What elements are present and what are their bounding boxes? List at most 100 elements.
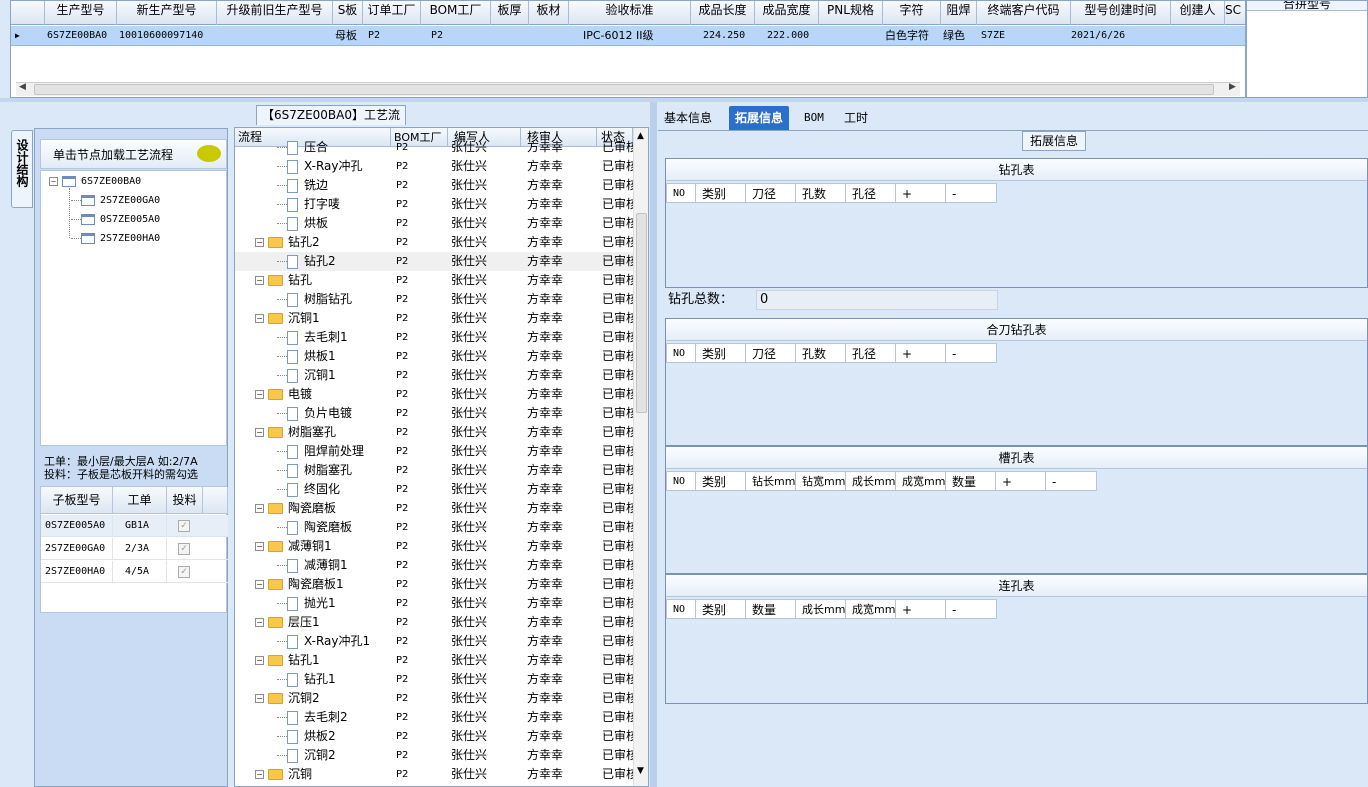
process-status-cell[interactable]: 已审核: [602, 214, 634, 233]
process-group-row[interactable]: − 钻孔1 P2 张仕兴方幸幸已审核: [235, 651, 634, 670]
process-reviewer-cell[interactable]: 方幸幸: [527, 385, 597, 404]
col-header[interactable]: 字符: [883, 1, 941, 25]
process-reviewer-cell[interactable]: 方幸幸: [527, 499, 597, 518]
process-bom-cell[interactable]: P2: [396, 233, 446, 252]
process-name-cell[interactable]: 烘板2: [277, 727, 336, 746]
process-bom-cell[interactable]: P2: [396, 214, 446, 233]
cell-sub-model[interactable]: 2S7ZE00HA0: [41, 561, 113, 583]
remove-row-button[interactable]: -: [946, 343, 997, 363]
process-bom-cell[interactable]: P2: [396, 157, 446, 176]
process-bom-cell[interactable]: P2: [396, 290, 446, 309]
process-name-cell[interactable]: 铣边: [277, 176, 328, 195]
cell-sub-order[interactable]: 4/5A: [113, 561, 167, 583]
collapse-icon[interactable]: −: [255, 276, 264, 285]
col-header[interactable]: BOM工厂: [421, 1, 491, 25]
process-step-row[interactable]: 钻孔2 P2 张仕兴方幸幸已审核: [235, 252, 634, 271]
process-status-cell[interactable]: 已审核: [602, 385, 634, 404]
vertical-splitter[interactable]: [650, 102, 657, 787]
process-step-row[interactable]: 去毛刺1 P2 张仕兴方幸幸已审核: [235, 328, 634, 347]
process-step-row[interactable]: 沉铜1 P2 张仕兴方幸幸已审核: [235, 366, 634, 385]
col-header[interactable]: 板材: [529, 1, 569, 25]
process-name-cell[interactable]: 减薄铜1: [277, 556, 348, 575]
feed-checkbox[interactable]: ✓: [178, 520, 190, 532]
process-bom-cell[interactable]: P2: [396, 556, 446, 575]
process-name-cell[interactable]: − 沉铜1: [255, 309, 320, 328]
process-writer-cell[interactable]: 张仕兴: [451, 670, 521, 689]
process-reviewer-cell[interactable]: 方幸幸: [527, 290, 597, 309]
col-header[interactable]: 新生产型号: [117, 1, 217, 25]
cell-sc[interactable]: [1225, 26, 1245, 46]
process-writer-cell[interactable]: 张仕兴: [451, 271, 521, 290]
process-name-cell[interactable]: 负片电镀: [277, 404, 352, 423]
tab-design-structure[interactable]: 设计结构: [11, 130, 33, 208]
add-row-button[interactable]: +: [996, 471, 1046, 491]
process-bom-cell[interactable]: P2: [396, 708, 446, 727]
cell-order-factory[interactable]: P2: [366, 26, 421, 46]
process-reviewer-cell[interactable]: 方幸幸: [527, 575, 597, 594]
process-name-cell[interactable]: − 钻孔1: [255, 651, 320, 670]
process-bom-cell[interactable]: P2: [396, 423, 446, 442]
structure-tree[interactable]: − 6S7ZE00BA0 2S7ZE00GA0 0S7ZE005A0 2S7ZE0…: [40, 170, 227, 446]
col-header[interactable]: NO: [666, 471, 696, 491]
tab-work-hours[interactable]: 工时: [838, 106, 874, 130]
process-name-cell[interactable]: X-Ray冲孔1: [277, 632, 370, 651]
drill-total-field[interactable]: 0: [756, 290, 998, 310]
col-header[interactable]: 型号创建时间: [1071, 1, 1171, 25]
process-status-cell[interactable]: 已审核: [602, 252, 634, 271]
process-writer-cell[interactable]: 张仕兴: [451, 632, 521, 651]
process-reviewer-cell[interactable]: 方幸幸: [527, 537, 597, 556]
collapse-icon[interactable]: −: [255, 314, 264, 323]
process-reviewer-cell[interactable]: 方幸幸: [527, 461, 597, 480]
col-header[interactable]: 工单: [113, 487, 167, 514]
col-header[interactable]: 验收标准: [569, 1, 691, 25]
process-writer-cell[interactable]: 张仕兴: [451, 176, 521, 195]
top-grid-hscrollbar[interactable]: ◀ ▶: [16, 82, 1240, 96]
process-name-cell[interactable]: − 钻孔: [255, 271, 312, 290]
process-reviewer-cell[interactable]: 方幸幸: [527, 556, 597, 575]
col-header[interactable]: NO: [666, 183, 696, 203]
process-reviewer-cell[interactable]: 方幸幸: [527, 214, 597, 233]
cell-new-model[interactable]: 10010600097140: [117, 26, 217, 46]
cell-standard[interactable]: IPC-6012 II级: [581, 26, 691, 46]
process-writer-cell[interactable]: 张仕兴: [451, 157, 521, 176]
cell-production-model[interactable]: 6S7ZE00BA0: [45, 26, 117, 46]
process-group-row[interactable]: − 沉铜 P2 张仕兴方幸幸已审核: [235, 765, 634, 784]
remove-row-button[interactable]: -: [946, 599, 997, 619]
col-header[interactable]: 类别: [696, 343, 746, 363]
process-bom-cell[interactable]: P2: [396, 328, 446, 347]
col-header[interactable]: 成长mm: [796, 599, 846, 619]
process-reviewer-cell[interactable]: 方幸幸: [527, 651, 597, 670]
process-reviewer-cell[interactable]: 方幸幸: [527, 252, 597, 271]
scroll-down-icon[interactable]: ▼: [637, 766, 644, 776]
col-header[interactable]: 成品宽度: [755, 1, 819, 25]
process-step-row[interactable]: 树脂塞孔 P2 张仕兴方幸幸已审核: [235, 461, 634, 480]
col-header[interactable]: 孔径: [846, 343, 896, 363]
col-header[interactable]: 投料: [167, 487, 203, 514]
col-header[interactable]: 钻长mm: [746, 471, 796, 491]
process-bom-cell[interactable]: P2: [396, 461, 446, 480]
process-bom-cell[interactable]: P2: [396, 252, 446, 271]
process-status-cell[interactable]: 已审核: [602, 176, 634, 195]
process-bom-cell[interactable]: P2: [396, 309, 446, 328]
process-name-cell[interactable]: 去毛刺2: [277, 708, 348, 727]
process-status-cell[interactable]: 已审核: [602, 670, 634, 689]
table-row[interactable]: ▶ 6S7ZE00BA0 10010600097140 母板 P2 P2 IPC…: [11, 26, 1245, 46]
process-step-row[interactable]: 抛光1 P2 张仕兴方幸幸已审核: [235, 594, 634, 613]
process-reviewer-cell[interactable]: 方幸幸: [527, 727, 597, 746]
collapse-icon[interactable]: −: [255, 694, 264, 703]
collapse-icon[interactable]: −: [255, 770, 264, 779]
process-step-row[interactable]: 压合 P2 张仕兴方幸幸已审核: [235, 138, 634, 157]
process-group-row[interactable]: − 陶瓷磨板1 P2 张仕兴方幸幸已审核: [235, 575, 634, 594]
process-reviewer-cell[interactable]: 方幸幸: [527, 480, 597, 499]
process-bom-cell[interactable]: P2: [396, 594, 446, 613]
process-writer-cell[interactable]: 张仕兴: [451, 290, 521, 309]
process-bom-cell[interactable]: P2: [396, 442, 446, 461]
process-name-cell[interactable]: − 沉铜2: [255, 689, 320, 708]
col-header[interactable]: 数量: [746, 599, 796, 619]
process-status-cell[interactable]: 已审核: [602, 290, 634, 309]
process-status-cell[interactable]: 已审核: [602, 689, 634, 708]
process-group-row[interactable]: − 沉铜1 P2 张仕兴方幸幸已审核: [235, 309, 634, 328]
process-status-cell[interactable]: 已审核: [602, 708, 634, 727]
process-writer-cell[interactable]: 张仕兴: [451, 651, 521, 670]
process-bom-cell[interactable]: P2: [396, 727, 446, 746]
